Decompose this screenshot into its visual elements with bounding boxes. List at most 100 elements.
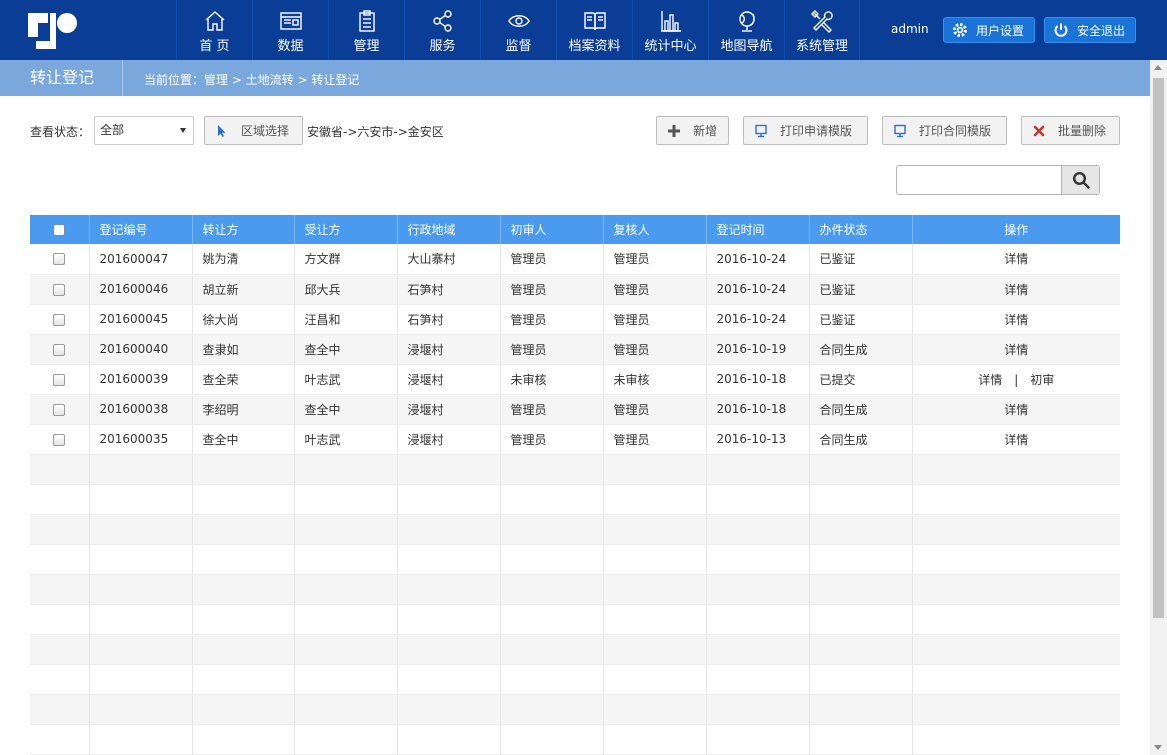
details-link[interactable]: 详情	[1004, 403, 1028, 417]
empty-cell	[397, 694, 501, 725]
row-checkbox[interactable]	[53, 433, 66, 446]
cell-status: 已提交	[809, 364, 913, 395]
row-checkbox[interactable]	[53, 343, 66, 356]
cell-status: 合同生成	[809, 424, 913, 455]
cell-review: 管理员	[603, 334, 707, 365]
column-header[interactable]: 登记时间	[706, 215, 810, 244]
empty-cell	[192, 634, 295, 665]
details-link[interactable]: 详情	[1004, 343, 1028, 357]
search-input[interactable]	[897, 166, 1061, 194]
batch-delete-button[interactable]: 批量删除	[1021, 116, 1120, 145]
nav-home[interactable]: 首 页	[176, 0, 252, 60]
empty-cell	[294, 694, 398, 725]
nav-manage[interactable]: 管理	[328, 0, 404, 60]
add-button[interactable]: 新增	[656, 116, 729, 145]
print-application-template-button[interactable]: 打印申请模版	[743, 116, 868, 145]
first-review-link[interactable]: 初审	[1030, 373, 1054, 387]
column-header[interactable]: 转让方	[192, 215, 295, 244]
cell-id: 201600035	[89, 424, 193, 455]
column-header[interactable]: 办件状态	[809, 215, 913, 244]
row-checkbox[interactable]	[53, 403, 66, 416]
empty-cell	[397, 544, 501, 575]
user-settings-button[interactable]: 用户设置	[943, 17, 1036, 43]
cell-id: 201600038	[89, 394, 193, 425]
vertical-scrollbar[interactable]	[1150, 60, 1167, 755]
details-link[interactable]: 详情	[1004, 252, 1028, 266]
row-checkbox[interactable]	[53, 313, 66, 326]
row-select-cell	[30, 424, 90, 455]
empty-table-row	[30, 544, 1120, 575]
table-row: 201600038 李绍明 查全中 浸堰村 管理员 管理员 2016-10-18 合同生成 详情	[30, 394, 1120, 425]
eye-icon	[507, 15, 530, 27]
region-select-button[interactable]: 区域选择	[204, 116, 303, 145]
nav-service[interactable]: 服务	[404, 0, 480, 60]
empty-cell	[500, 694, 604, 725]
empty-cell	[706, 544, 810, 575]
region-path-text: 安徽省->六安市->金安区	[307, 125, 444, 139]
gear-icon	[953, 23, 967, 37]
column-header[interactable]: 初审人	[500, 215, 604, 244]
nav-statistics[interactable]: 统计中心	[632, 0, 708, 60]
column-header[interactable]: 登记编号	[89, 215, 193, 244]
nav-map[interactable]: 地图导航	[708, 0, 784, 60]
empty-cell	[809, 484, 913, 515]
share-icon	[432, 10, 452, 32]
empty-cell	[706, 664, 810, 695]
details-link[interactable]: 详情	[978, 373, 1002, 387]
scrollbar-thumb[interactable]	[1153, 78, 1164, 618]
empty-cell	[397, 724, 501, 755]
details-link[interactable]: 详情	[1004, 283, 1028, 297]
logout-button[interactable]: 安全退出	[1044, 17, 1137, 43]
cell-to: 查全中	[294, 394, 398, 425]
cell-from: 胡立新	[192, 274, 295, 305]
select-all-checkbox[interactable]	[53, 224, 66, 236]
cell-date: 2016-10-18	[706, 394, 810, 425]
empty-cell	[294, 514, 398, 545]
details-link[interactable]: 详情	[1004, 433, 1028, 447]
empty-cell	[809, 634, 913, 665]
empty-cell	[912, 634, 1120, 665]
empty-cell	[397, 484, 501, 515]
nav-supervise[interactable]: 监督	[480, 0, 556, 60]
column-header[interactable]: 复核人	[603, 215, 707, 244]
empty-cell	[912, 544, 1120, 575]
region-select-label: 区域选择	[241, 124, 290, 138]
print-application-label: 打印申请模版	[780, 124, 853, 138]
column-header[interactable]: 受让方	[294, 215, 398, 244]
cell-area: 大山寨村	[397, 244, 501, 275]
empty-cell	[603, 664, 707, 695]
search-button[interactable]	[1061, 166, 1099, 194]
scroll-up-arrow-icon[interactable]	[1154, 65, 1162, 70]
nav-system[interactable]: 系统管理	[784, 0, 860, 60]
book-icon	[583, 12, 606, 31]
cell-date: 2016-10-24	[706, 304, 810, 335]
print-contract-template-button[interactable]: 打印合同模版	[882, 116, 1007, 145]
nav-data[interactable]: 数据	[252, 0, 328, 60]
cell-area: 石笋村	[397, 274, 501, 305]
row-checkbox[interactable]	[53, 283, 66, 296]
empty-cell	[603, 694, 707, 725]
cell-actions: 详情 | 初审	[912, 364, 1120, 395]
row-select-cell	[30, 334, 90, 365]
empty-table-row	[30, 694, 1120, 725]
cell-status: 已鉴证	[809, 274, 913, 305]
status-filter-select[interactable]: 全部	[94, 116, 194, 145]
empty-cell	[30, 604, 90, 635]
search-icon	[1072, 171, 1090, 189]
empty-cell	[912, 724, 1120, 755]
cell-area: 浸堰村	[397, 394, 501, 425]
column-header[interactable]: 行政地域	[397, 215, 501, 244]
cell-id: 201600047	[89, 244, 193, 275]
row-checkbox[interactable]	[53, 373, 66, 386]
table-row: 201600040 查隶如 查全中 浸堰村 管理员 管理员 2016-10-19 合同生成 详情	[30, 334, 1120, 365]
empty-cell	[294, 604, 398, 635]
column-header: 操作	[912, 215, 1120, 244]
scroll-down-arrow-icon[interactable]	[1154, 745, 1162, 750]
cell-status: 合同生成	[809, 394, 913, 425]
details-link[interactable]: 详情	[1004, 313, 1028, 327]
power-icon	[1054, 23, 1068, 37]
nav-archive[interactable]: 档案资料	[556, 0, 632, 60]
row-checkbox[interactable]	[53, 253, 66, 266]
cell-from: 姚为清	[192, 244, 295, 275]
add-label: 新增	[693, 124, 718, 138]
